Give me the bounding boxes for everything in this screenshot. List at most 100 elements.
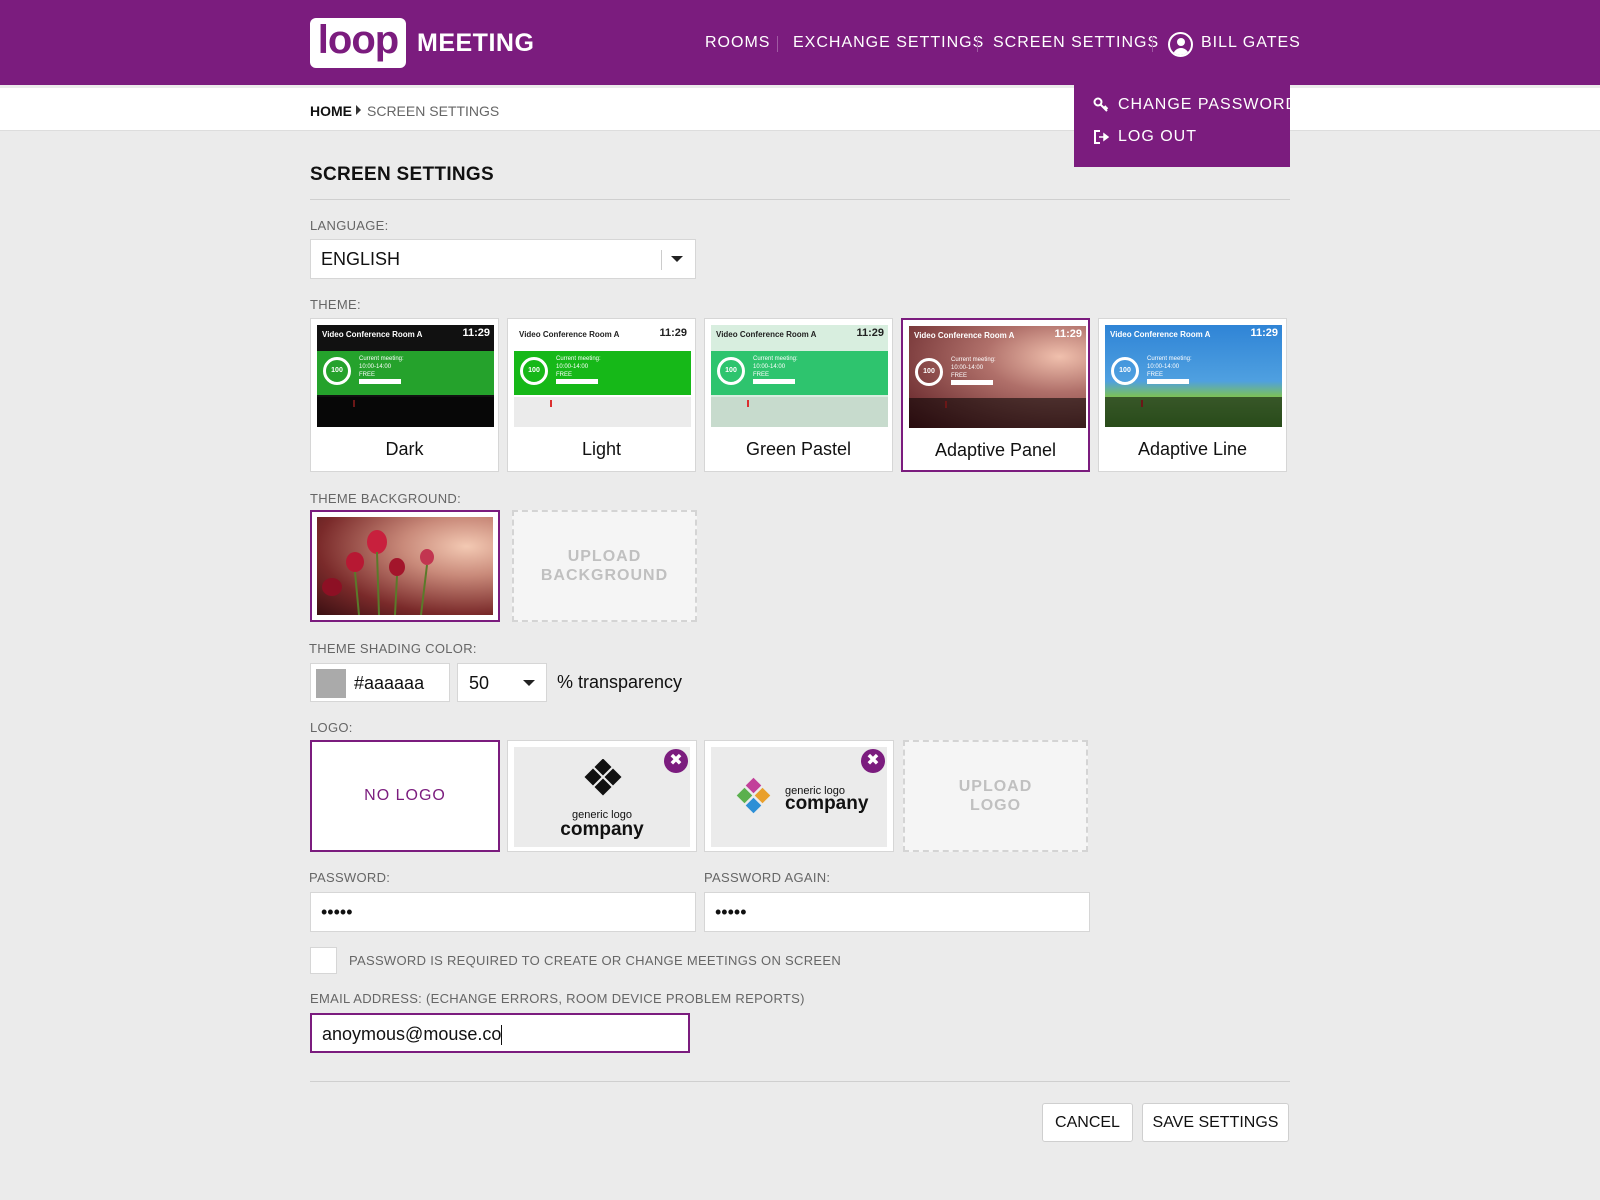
diamond-logo-icon [584,759,622,796]
loop-meeting-logo[interactable]: loop MEETING [310,18,534,68]
breadcrumb-arrow-icon [356,105,361,115]
nav-exchange-settings[interactable]: EXCHANGE SETTINGS [793,34,984,52]
preview-footer [317,397,494,427]
password-required-checkbox[interactable] [310,947,337,974]
preview-status-text: Current meeting: 10:00-14:00 FREE [556,356,601,378]
log-out-menu-item[interactable]: LOG OUT [1092,128,1197,146]
theme-option-light[interactable]: Video Conference Room A 11:29 100 Current m… [507,318,696,472]
preview-new-meeting-button [556,379,598,384]
nav-user-menu[interactable]: BILL GATES [1201,34,1301,52]
theme-option-label: Light [581,439,622,459]
theme-preview: Video Conference Room A 11:29 100 Current m… [317,325,494,427]
upload-background-line2: BACKGROUND [540,567,669,584]
transparency-label: % transparency [557,672,683,692]
top-navigation-bar: loop MEETING ROOMS EXCHANGE SETTINGS SCR… [0,0,1600,85]
logo-option-diamond[interactable]: generic logo company ✖ [507,740,697,852]
upload-background-line1: UPLOAD [567,548,642,565]
transparency-value: 50 [469,673,490,693]
color-swatch[interactable] [316,669,346,698]
theme-background-selected[interactable] [310,510,500,622]
breadcrumb-bar [0,88,1600,131]
preview-progress-ring: 100 [915,358,943,386]
preview-new-meeting-button [753,379,795,384]
theme-background-label: THEME BACKGROUND: [310,491,462,506]
logo-option-color[interactable]: generic logo company ✖ [704,740,894,852]
preview-new-meeting-button [951,380,993,385]
remove-logo-icon[interactable]: ✖ [664,749,688,773]
language-label: LANGUAGE: [310,218,389,233]
chevron-down-icon [523,680,535,686]
preview-room-title: Video Conference Room A [519,330,620,339]
password-again-field[interactable]: ••••• [704,892,1090,932]
key-icon [1092,96,1110,114]
preview-room-title: Video Conference Room A [914,331,1015,340]
footer-divider [310,1081,1290,1082]
theme-label: THEME: [310,297,361,312]
nav-divider [777,36,778,52]
upload-background-text: UPLOAD BACKGROUND [541,547,668,585]
theme-shading-label: THEME SHADING COLOR: [309,641,477,656]
theme-preview: Video Conference Room A 11:29 100 Current m… [909,326,1086,428]
upload-logo-line1: UPLOAD [958,778,1033,795]
preview-new-meeting-button [359,379,401,384]
log-out-icon [1092,128,1110,146]
password-field[interactable]: ••••• [310,892,696,932]
cancel-button[interactable]: CANCEL [1042,1103,1133,1142]
nav-divider [1152,36,1153,52]
breadcrumb-home[interactable]: HOME [310,103,352,119]
remove-logo-icon[interactable]: ✖ [861,749,885,773]
nav-screen-settings[interactable]: SCREEN SETTINGS [993,34,1159,52]
nav-rooms[interactable]: ROOMS [705,34,770,52]
theme-option-label: Dark [385,439,424,459]
change-password-menu-item[interactable]: CHANGE PASSWORD [1092,96,1298,114]
theme-preview: Video Conference Room A 11:29 100 Current m… [514,325,691,427]
preview-new-meeting-button [1147,379,1189,384]
preview-progress-ring: 100 [1111,357,1139,385]
upload-logo-line2: LOGO [969,797,1022,814]
password-label: PASSWORD: [309,870,391,885]
theme-option-label: Green Pastel [745,439,852,459]
preview-room-title: Video Conference Room A [1110,330,1211,339]
shading-color-input[interactable]: #aaaaaa [310,663,450,702]
theme-option-dark[interactable]: Video Conference Room A 11:29 100 Current m… [310,318,499,472]
user-avatar-icon[interactable] [1168,32,1193,57]
preview-time: 11:29 [856,327,884,339]
color-diamond-logo-icon [736,777,771,814]
theme-preview: Video Conference Room A 11:29 100 Current m… [1105,325,1282,427]
no-logo-option[interactable]: NO LOGO [310,740,500,852]
preview-footer [1105,397,1282,427]
language-value: ENGLISH [321,249,401,269]
preview-footer [514,397,691,427]
user-dropdown-menu: CHANGE PASSWORD LOG OUT [1074,72,1297,167]
breadcrumb-current: SCREEN SETTINGS [367,103,500,119]
theme-option-label: Adaptive Line [1137,439,1248,459]
email-field[interactable]: anoymous@mouse.co [310,1013,690,1053]
password-again-label: PASSWORD AGAIN: [704,870,831,885]
email-label: EMAIL ADDRESS: (ECHANGE ERRORS, ROOM DEV… [310,991,805,1006]
language-select[interactable]: ENGLISH [310,239,696,279]
preview-status-text: Current meeting: 10:00-14:00 FREE [753,356,798,378]
preview-time: 11:29 [462,327,490,339]
upload-background-button[interactable]: UPLOAD BACKGROUND [512,510,697,622]
select-divider [661,250,662,270]
upload-logo-button[interactable]: UPLOAD LOGO [903,740,1088,852]
password-required-label: PASSWORD IS REQUIRED TO CREATE OR CHANGE… [349,953,842,968]
email-value: anoymous@mouse.co [322,1024,502,1044]
title-divider [310,199,1290,200]
preview-progress-ring: 100 [717,357,745,385]
theme-option-green-pastel[interactable]: Video Conference Room A 11:29 100 Current m… [704,318,893,472]
logo-label: LOGO: [310,720,353,735]
shading-color-value: #aaaaaa [354,673,425,693]
preview-time: 11:29 [1250,327,1278,339]
log-out-label: LOG OUT [1118,128,1198,145]
preview-footer [909,398,1086,428]
preview-footer [711,397,888,427]
company-big-text: company [560,819,644,840]
tulip-background-image [317,517,493,616]
save-settings-button[interactable]: SAVE SETTINGS [1142,1103,1289,1142]
theme-option-adaptive-panel[interactable]: Video Conference Room A 11:29 100 Current m… [901,318,1090,472]
preview-status-text: Current meeting: 10:00-14:00 FREE [951,357,996,379]
transparency-select[interactable]: 50 [457,663,547,702]
company-big-text: company [785,793,869,814]
theme-option-adaptive-line[interactable]: Video Conference Room A 11:29 100 Current m… [1098,318,1287,472]
